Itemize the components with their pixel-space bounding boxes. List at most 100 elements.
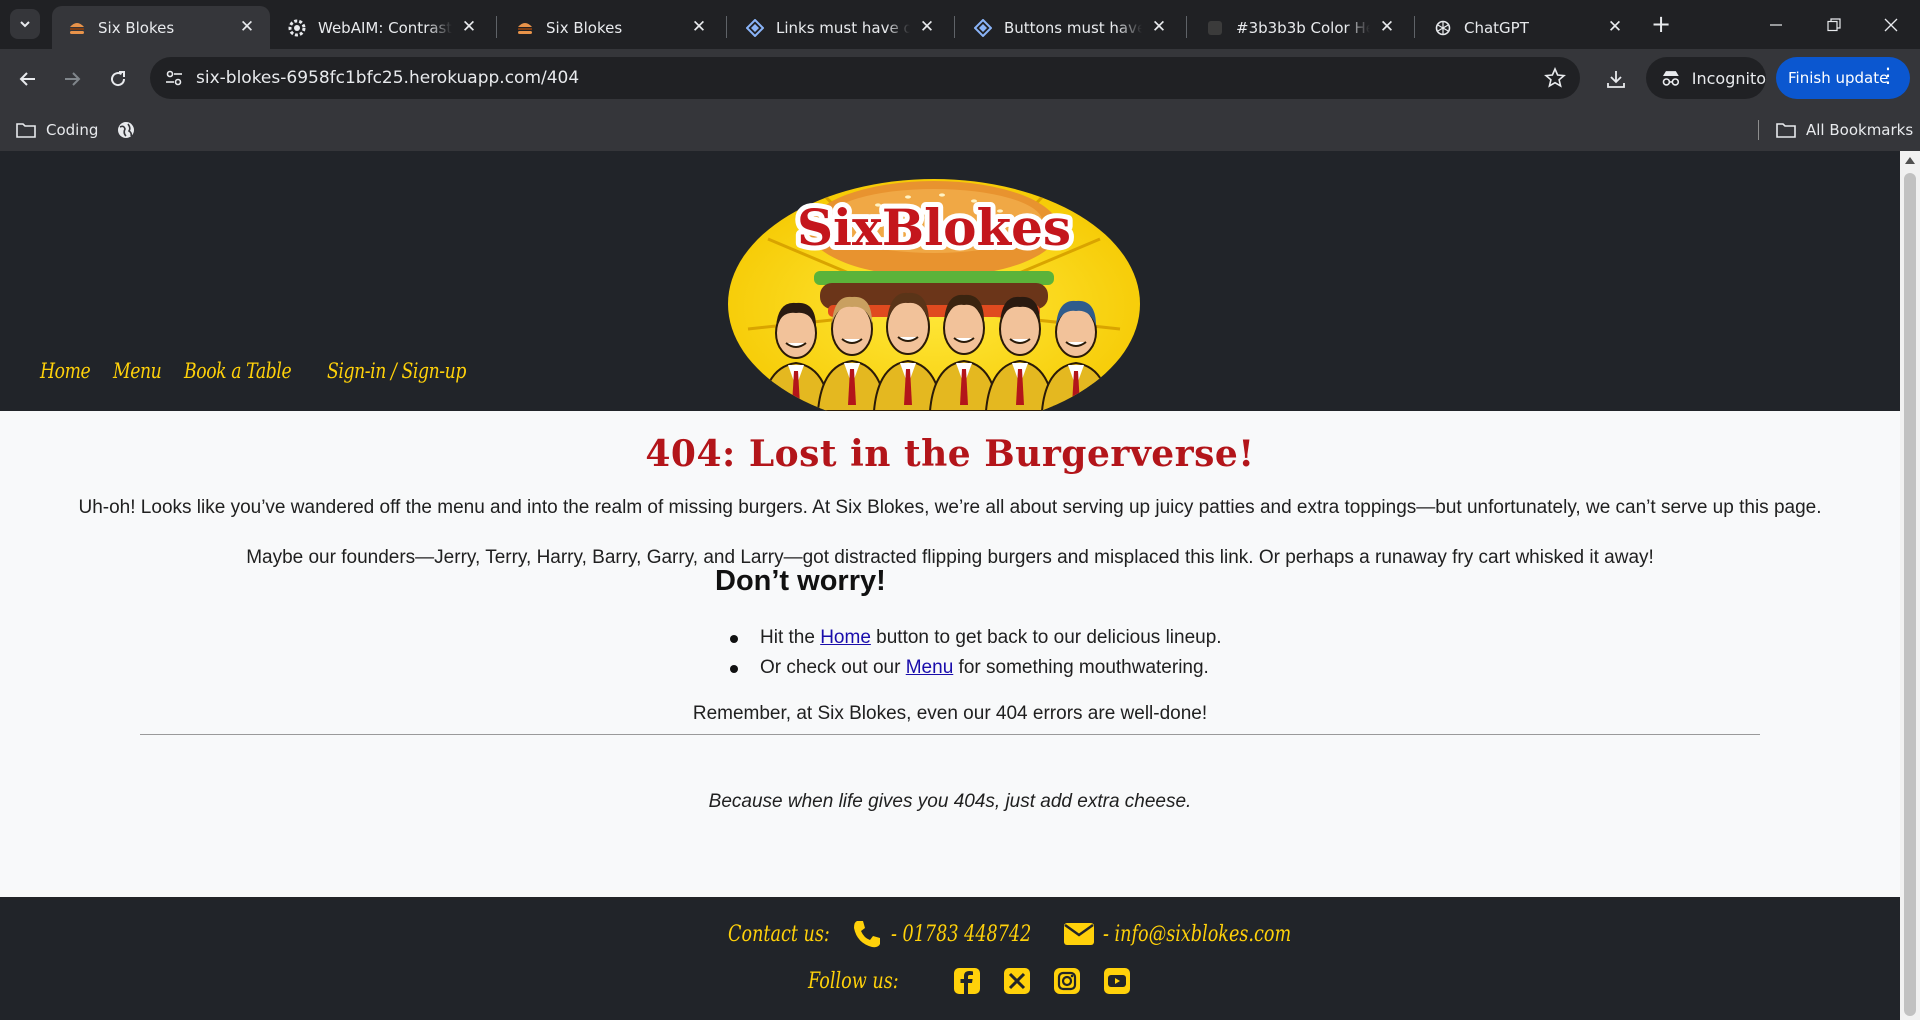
tab-separator bbox=[954, 16, 955, 38]
remember-paragraph: Remember, at Six Blokes, even our 404 er… bbox=[692, 703, 1208, 724]
follow-label: Follow us: bbox=[808, 968, 899, 994]
tab-chatgpt[interactable]: ChatGPT ✕ bbox=[1418, 6, 1638, 49]
close-icon[interactable]: ✕ bbox=[238, 19, 256, 37]
scrollbar-thumb[interactable] bbox=[1904, 173, 1916, 1016]
tab-six-blokes[interactable]: Six Blokes ✕ bbox=[500, 6, 722, 49]
divider bbox=[140, 734, 1760, 735]
new-tab-button[interactable]: + bbox=[1648, 12, 1674, 38]
site-info-icon[interactable] bbox=[164, 68, 184, 88]
incognito-label: Incognito bbox=[1691, 68, 1766, 88]
x-twitter-icon[interactable] bbox=[1003, 967, 1031, 995]
address-url[interactable]: six-blokes-6958fc1bfc25.herokuapp.com/40… bbox=[196, 68, 579, 88]
close-icon[interactable]: ✕ bbox=[918, 19, 936, 37]
home-link[interactable]: Home bbox=[820, 627, 871, 648]
arrow-right-icon bbox=[65, 72, 81, 86]
tab-title: WebAIM: Contrast Checker bbox=[318, 18, 452, 37]
six-blokes-logo[interactable]: SixBlokes SixBlokes bbox=[728, 179, 1140, 411]
page-scrollbar[interactable] bbox=[1900, 151, 1920, 1020]
bookmark-globe[interactable] bbox=[116, 108, 136, 151]
burger-favicon bbox=[516, 19, 534, 37]
nav-menu[interactable]: Menu bbox=[113, 359, 162, 383]
bookmarks-separator bbox=[1758, 120, 1759, 140]
follow-row: Follow us: bbox=[808, 967, 1131, 995]
tab-six-blokes-active[interactable]: Six Blokes ✕ bbox=[52, 6, 270, 49]
tab-strip: Six Blokes ✕ WebAIM: Contrast Checker ✕ … bbox=[0, 0, 1920, 49]
minimize-icon bbox=[1770, 23, 1782, 26]
minimize-button[interactable] bbox=[1747, 0, 1805, 49]
site-footer: Contact us: - 01783 448742 - info@sixblo… bbox=[0, 897, 1900, 1020]
bookmark-coding[interactable]: Coding bbox=[16, 108, 98, 151]
logo-wordmark: SixBlokes bbox=[797, 198, 1071, 257]
arrow-left-icon bbox=[19, 72, 35, 86]
restore-button[interactable] bbox=[1805, 0, 1863, 49]
tab-title: Buttons must have discernible text bbox=[1004, 18, 1142, 37]
tab-title: ChatGPT bbox=[1464, 18, 1529, 37]
page-viewport: Home Menu Book a Table Sign-in / Sign-up bbox=[0, 151, 1900, 1020]
more-vert-icon[interactable]: ⋮ bbox=[1878, 65, 1898, 85]
main-nav: Home Menu Book a Table Sign-in / Sign-up bbox=[40, 359, 489, 383]
instagram-icon[interactable] bbox=[1053, 967, 1081, 995]
incognito-icon bbox=[1662, 71, 1680, 86]
nav-book-a-table[interactable]: Book a Table bbox=[184, 359, 292, 383]
scroll-up-arrow[interactable] bbox=[1905, 157, 1915, 164]
menu-link[interactable]: Menu bbox=[906, 657, 954, 678]
close-icon[interactable]: ✕ bbox=[1150, 19, 1168, 37]
tab-buttons-discernible[interactable]: Buttons must have discernible text ✕ bbox=[958, 6, 1182, 49]
page-title: 404: Lost in the Burgerverse! bbox=[645, 433, 1255, 475]
close-icon[interactable]: ✕ bbox=[1606, 19, 1624, 37]
tab-title: #3b3b3b Color Hex Color bbox=[1236, 18, 1370, 37]
bookmark-label: Coding bbox=[46, 120, 99, 139]
tab-color-hex[interactable]: #3b3b3b Color Hex Color ✕ bbox=[1190, 6, 1410, 49]
tab-separator bbox=[496, 16, 497, 38]
finish-update-label: Finish update bbox=[1788, 69, 1889, 87]
webaim-gear-favicon bbox=[288, 19, 306, 37]
tips-list: Hit the Home button to get back to our d… bbox=[730, 627, 1222, 687]
close-icon[interactable]: ✕ bbox=[690, 19, 708, 37]
facebook-icon[interactable] bbox=[953, 967, 981, 995]
downloads-button[interactable] bbox=[1600, 63, 1632, 95]
list-item: Or check out our Menu for something mout… bbox=[730, 657, 1222, 687]
restore-icon bbox=[1827, 17, 1841, 31]
nav-sign-in-sign-up[interactable]: Sign-in / Sign-up bbox=[327, 359, 466, 383]
finish-update-button[interactable]: Finish update ⋮ bbox=[1776, 57, 1910, 99]
nav-home[interactable]: Home bbox=[40, 359, 91, 383]
color-hex-favicon bbox=[1206, 19, 1224, 37]
tab-separator bbox=[1186, 16, 1187, 38]
deque-diamond-favicon bbox=[746, 18, 764, 37]
back-button[interactable] bbox=[12, 63, 44, 95]
phone-link[interactable]: - 01783 448742 bbox=[891, 922, 1031, 947]
browser-toolbar: six-blokes-6958fc1bfc25.herokuapp.com/40… bbox=[0, 49, 1920, 108]
youtube-icon[interactable] bbox=[1103, 967, 1131, 995]
all-bookmarks[interactable]: All Bookmarks bbox=[1776, 108, 1913, 151]
contact-row: Contact us: - 01783 448742 - info@sixblo… bbox=[728, 919, 1338, 949]
folder-icon bbox=[16, 122, 36, 138]
download-icon bbox=[1607, 71, 1625, 88]
folder-icon bbox=[1776, 122, 1796, 138]
envelope-icon bbox=[1063, 923, 1094, 945]
openai-favicon bbox=[1434, 19, 1452, 37]
tab-links-discernible[interactable]: Links must have discernible text ✕ bbox=[730, 6, 950, 49]
contact-label: Contact us: bbox=[728, 921, 830, 947]
close-icon[interactable]: ✕ bbox=[460, 19, 478, 37]
cheese-quote: Because when life gives you 404s, just a… bbox=[708, 791, 1192, 812]
burger-favicon bbox=[68, 19, 86, 37]
phone-icon bbox=[854, 921, 881, 948]
bookmark-star-icon[interactable] bbox=[1544, 67, 1566, 89]
tab-title: Links must have discernible text bbox=[776, 18, 910, 37]
all-bookmarks-label: All Bookmarks bbox=[1806, 120, 1914, 139]
close-icon[interactable]: ✕ bbox=[1378, 19, 1396, 37]
incognito-badge[interactable]: Incognito bbox=[1646, 57, 1766, 99]
reload-icon bbox=[111, 71, 126, 87]
dont-worry-heading: Don’t worry! bbox=[715, 565, 886, 597]
address-bar[interactable]: six-blokes-6958fc1bfc25.herokuapp.com/40… bbox=[150, 57, 1580, 99]
email-link[interactable]: - info@sixblokes.com bbox=[1103, 922, 1291, 947]
list-item: Hit the Home button to get back to our d… bbox=[730, 627, 1222, 657]
tab-search-button[interactable] bbox=[10, 9, 40, 39]
chevron-down-icon bbox=[20, 21, 30, 28]
site-header: Home Menu Book a Table Sign-in / Sign-up bbox=[0, 151, 1900, 411]
window-close-button[interactable] bbox=[1862, 0, 1920, 49]
forward-button[interactable] bbox=[56, 63, 88, 95]
reload-button[interactable] bbox=[102, 63, 134, 95]
tab-webaim[interactable]: WebAIM: Contrast Checker ✕ bbox=[272, 6, 492, 49]
deque-diamond-favicon bbox=[974, 18, 992, 37]
